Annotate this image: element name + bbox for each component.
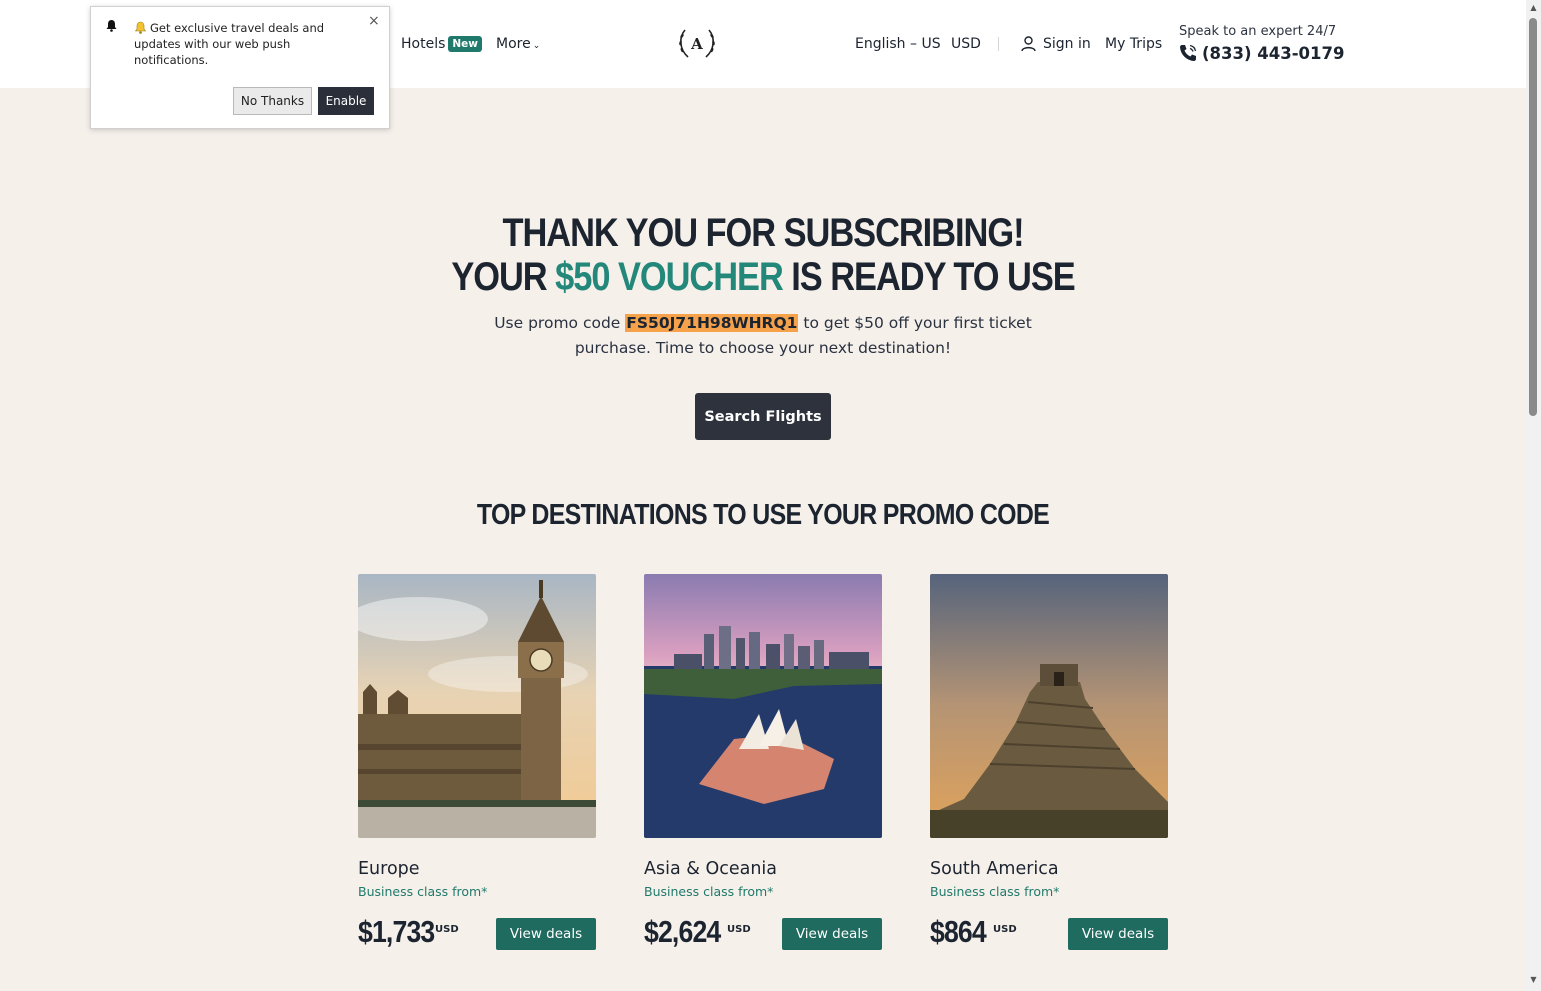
destination-name: Asia & Oceania — [644, 859, 778, 879]
logo-letter: A — [690, 35, 703, 53]
laurel-logo-icon: A — [679, 29, 715, 58]
phone-number: (833) 443-0179 — [1202, 43, 1345, 63]
hero-title-line2: YOUR $50 VOUCHER IS READY TO USE — [107, 255, 1419, 300]
destination-price: $864 — [930, 914, 987, 949]
currency-selector[interactable]: USD — [951, 36, 981, 52]
view-deals-button[interactable]: View deals — [782, 918, 882, 950]
sign-in-label: Sign in — [1043, 35, 1091, 52]
new-badge: New — [448, 36, 482, 52]
expert-label: Speak to an expert 24/7 — [1179, 24, 1337, 39]
sign-in-link[interactable]: Sign in — [1020, 35, 1091, 52]
search-flights-button[interactable]: Search Flights — [695, 393, 831, 440]
push-message-text: Get exclusive travel deals and updates w… — [134, 21, 325, 67]
destination-subtitle: Business class from* — [644, 884, 774, 899]
price-currency: USD — [993, 924, 1017, 935]
nav-hotels-label: Hotels — [401, 36, 446, 52]
no-thanks-button[interactable]: No Thanks — [233, 87, 312, 115]
destination-name: Europe — [358, 859, 420, 879]
my-trips-link[interactable]: My Trips — [1105, 36, 1162, 52]
brand-logo[interactable]: A — [676, 24, 718, 62]
promo-text-start: Use promo code — [494, 314, 621, 332]
view-deals-button[interactable]: View deals — [1068, 918, 1168, 950]
push-message: Get exclusive travel deals and updates w… — [134, 20, 339, 68]
south-america-image[interactable] — [930, 574, 1168, 838]
phone-icon — [1180, 44, 1197, 61]
bell-icon — [134, 21, 147, 34]
asia-oceania-image[interactable] — [644, 574, 882, 838]
nav-more-label: More — [496, 36, 531, 52]
hero-title-line2-start: YOUR — [451, 255, 547, 299]
destination-price: $2,624 — [644, 914, 721, 949]
destination-price: $1,733 — [358, 914, 435, 949]
destinations-title: TOP DESTINATIONS TO USE YOUR PROMO CODE — [476, 499, 1050, 531]
promo-code[interactable]: FS50J71H98WHRQ1 — [625, 314, 799, 332]
hero-title-line1: THANK YOU FOR SUBSCRIBING! — [502, 211, 1024, 255]
nav-hotels-link[interactable]: Hotels New — [401, 36, 482, 52]
push-notification-prompt: Get exclusive travel deals and updates w… — [90, 6, 390, 129]
enable-button[interactable]: Enable — [318, 87, 374, 115]
promo-description: Use promo code FS50J71H98WHRQ1 to get $5… — [490, 311, 1036, 361]
price-currency: USD — [435, 924, 459, 935]
user-icon — [1021, 36, 1036, 52]
hero-title-line2-end: IS READY TO USE — [791, 255, 1075, 299]
destination-subtitle: Business class from* — [930, 884, 1060, 899]
scroll-down-arrow-icon[interactable]: ▼ — [1526, 975, 1541, 984]
price-currency: USD — [727, 924, 751, 935]
phone-link[interactable]: (833) 443-0179 — [1178, 43, 1344, 63]
destination-subtitle: Business class from* — [358, 884, 488, 899]
nav-more-dropdown[interactable]: More ⌄ — [496, 36, 540, 52]
page-scrollbar[interactable]: ▲ ▼ — [1526, 0, 1541, 991]
chevron-down-icon: ⌄ — [532, 41, 541, 51]
europe-image[interactable] — [358, 574, 596, 838]
language-selector[interactable]: English – US — [855, 36, 941, 52]
voucher-amount: $50 VOUCHER — [555, 255, 784, 299]
destination-name: South America — [930, 859, 1059, 879]
scroll-thumb[interactable] — [1529, 18, 1537, 416]
bell-icon — [105, 19, 118, 35]
close-icon[interactable]: × — [368, 13, 380, 29]
header-divider — [998, 37, 999, 51]
view-deals-button[interactable]: View deals — [496, 918, 596, 950]
scroll-up-arrow-icon[interactable]: ▲ — [1526, 3, 1541, 12]
